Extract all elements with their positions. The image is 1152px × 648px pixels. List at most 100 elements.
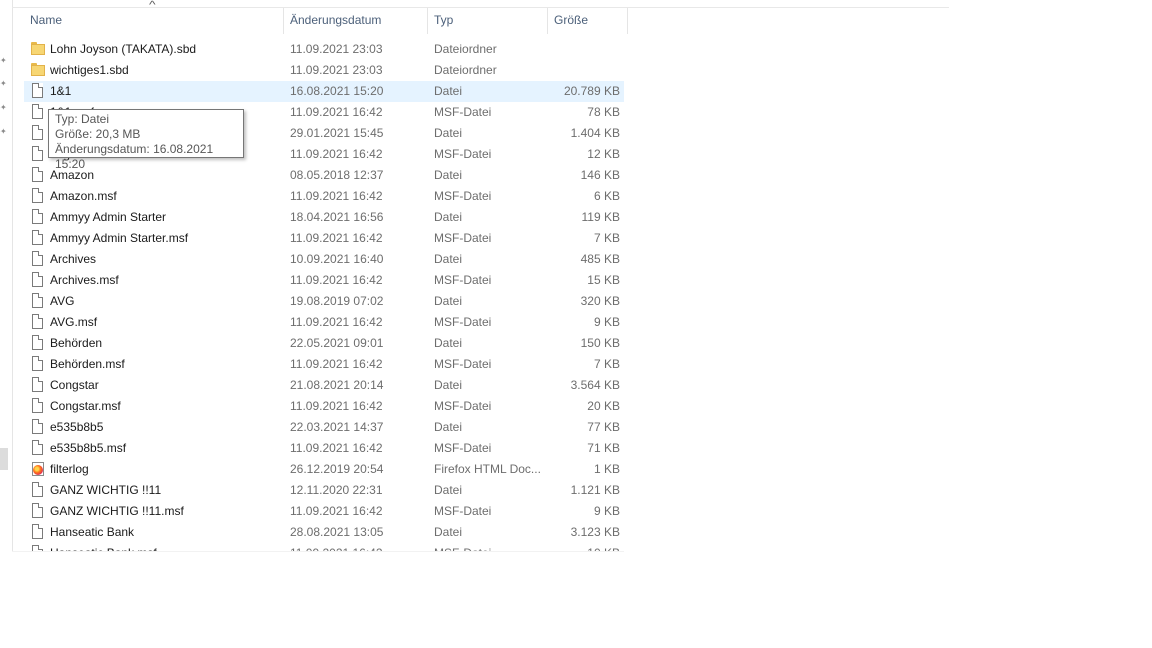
file-row[interactable]: filterlog 26.12.2019 20:54 Firefox HTML Do… (24, 459, 624, 480)
file-icon (30, 438, 46, 459)
file-type: MSF-Datei (434, 399, 492, 413)
file-size: 3.564 KB (570, 378, 620, 392)
file-date: 22.03.2021 14:37 (290, 420, 384, 434)
file-size (544, 39, 620, 60)
file-icon (30, 186, 46, 207)
file-type: Datei (434, 210, 463, 224)
file-row[interactable]: 1&1 16.08.2021 15:20 Datei 20.789 KB (24, 81, 624, 102)
pin-icon[interactable]: ✦ (0, 128, 7, 136)
file-date: 22.05.2021 09:01 (290, 336, 384, 350)
file-type: MSF-Datei (434, 315, 492, 329)
file-type: MSF-Datei (434, 231, 492, 245)
file-row[interactable]: Archives.msf 11.09.2021 16:42 MSF-Datei 15 … (24, 270, 624, 291)
file-icon (30, 396, 46, 417)
file-size: 320 KB (580, 294, 620, 308)
file-type: Dateiordner (434, 63, 497, 77)
navigation-selected-item[interactable] (0, 448, 8, 470)
file-row[interactable]: e535b8b5 22.03.2021 14:37 Datei 77 KB (24, 417, 624, 438)
file-date: 11.09.2021 16:42 (290, 441, 383, 455)
file-name: Ammyy Admin Starter.msf (50, 231, 189, 245)
file-date: 11.09.2021 16:42 (290, 105, 383, 119)
file-row[interactable]: Amazon.msf 11.09.2021 16:42 MSF-Datei 6 KB (24, 186, 624, 207)
divider (12, 551, 624, 552)
file-type: Datei (434, 294, 463, 308)
file-row[interactable]: AVG.msf 11.09.2021 16:42 MSF-Datei 9 KB (24, 312, 624, 333)
file-icon (30, 354, 46, 375)
file-icon (30, 270, 46, 291)
file-size: 119 KB (581, 210, 620, 224)
file-row[interactable]: Hanseatic Bank.msf 11.09.2021 16:42 MSF-Da… (24, 543, 624, 551)
file-size: 3.123 KB (570, 525, 620, 539)
file-type: Datei (434, 525, 463, 539)
file-date: 11.09.2021 23:03 (290, 63, 383, 77)
file-date: 11.09.2021 16:42 (290, 315, 383, 329)
file-row[interactable]: Behörden 22.05.2021 09:01 Datei 150 KB (24, 333, 624, 354)
file-icon (30, 312, 46, 333)
file-size: 20 KB (587, 399, 620, 413)
file-size: 78 KB (587, 105, 620, 119)
file-date: 11.09.2021 16:42 (290, 504, 383, 518)
file-name: 1&1 (50, 84, 72, 98)
file-type: Datei (434, 168, 463, 182)
file-type: MSF-Datei (434, 543, 546, 551)
file-size: 7 KB (593, 357, 620, 371)
file-name: Amazon.msf (50, 189, 117, 203)
file-type: MSF-Datei (434, 441, 492, 455)
file-row[interactable]: Behörden.msf 11.09.2021 16:42 MSF-Datei 7 K… (24, 354, 624, 375)
file-size: 10 KB (544, 543, 620, 551)
file-type: Datei (434, 126, 463, 140)
folder-icon (30, 60, 46, 81)
file-row[interactable]: Hanseatic Bank 28.08.2021 13:05 Datei 3.123… (24, 522, 624, 543)
file-size: 77 KB (587, 420, 620, 434)
file-icon (30, 375, 46, 396)
file-row[interactable]: Ammyy Admin Starter.msf 11.09.2021 16:42 M… (24, 228, 624, 249)
file-size (544, 60, 620, 81)
file-row[interactable]: Archives 10.09.2021 16:40 Datei 485 KB (24, 249, 624, 270)
file-row[interactable]: Congstar.msf 11.09.2021 16:42 MSF-Datei 20 … (24, 396, 624, 417)
file-size: 71 KB (587, 441, 620, 455)
column-header-type[interactable]: Typ (428, 8, 548, 34)
file-date: 11.09.2021 16:42 (290, 357, 383, 371)
file-icon (30, 123, 46, 144)
file-type: MSF-Datei (434, 273, 492, 287)
file-size: 7 KB (593, 231, 620, 245)
file-row[interactable]: Congstar 21.08.2021 20:14 Datei 3.564 KB (24, 375, 624, 396)
file-name: wichtiges1.sbd (50, 63, 129, 77)
column-header-size[interactable]: Größe (548, 8, 628, 34)
file-name: Ammyy Admin Starter (50, 210, 167, 224)
file-name: GANZ WICHTIG !!11 (50, 483, 162, 497)
pin-icon[interactable]: ✦ (0, 57, 7, 65)
file-type: Firefox HTML Doc... (434, 462, 541, 476)
file-name: Archives (50, 252, 97, 266)
file-row[interactable]: wichtiges1.sbd 11.09.2021 23:03 Dateiordne… (24, 60, 624, 81)
file-type: Datei (434, 84, 463, 98)
file-size: 9 KB (593, 315, 620, 329)
file-name: e535b8b5.msf (50, 441, 127, 455)
file-row[interactable]: Lohn Joyson (TAKATA).sbd 11.09.2021 23:03… (24, 39, 624, 60)
file-icon (30, 417, 46, 438)
file-type: MSF-Datei (434, 504, 492, 518)
file-row[interactable]: GANZ WICHTIG !!11.msf 11.09.2021 16:42 MSF… (24, 501, 624, 522)
file-date: 11.09.2021 16:42 (290, 231, 383, 245)
file-date: 26.12.2019 20:54 (290, 462, 384, 476)
column-header-name[interactable]: Name (24, 8, 284, 34)
pin-icon[interactable]: ✦ (0, 104, 7, 112)
file-row[interactable]: e535b8b5.msf 11.09.2021 16:42 MSF-Datei 71 … (24, 438, 624, 459)
file-type: MSF-Datei (434, 147, 492, 161)
pin-icon[interactable]: ✦ (0, 80, 7, 88)
file-type: Datei (434, 483, 463, 497)
file-icon (30, 543, 46, 551)
file-type: Datei (434, 378, 463, 392)
file-row[interactable]: GANZ WICHTIG !!11 12.11.2020 22:31 Datei 1.… (24, 480, 624, 501)
file-date: 21.08.2021 20:14 (290, 378, 384, 392)
column-header-date[interactable]: Änderungsdatum (284, 8, 428, 34)
file-icon (30, 81, 46, 102)
file-row[interactable]: AVG 19.08.2019 07:02 Datei 320 KB (24, 291, 624, 312)
file-icon (30, 207, 46, 228)
file-date: 19.08.2019 07:02 (290, 294, 384, 308)
file-row[interactable]: Ammyy Admin Starter 18.04.2021 16:56 Datei… (24, 207, 624, 228)
folder-icon (30, 39, 46, 60)
file-name: Hanseatic Bank (50, 525, 135, 539)
file-size: 12 KB (587, 147, 620, 161)
file-name: e535b8b5 (50, 420, 104, 434)
